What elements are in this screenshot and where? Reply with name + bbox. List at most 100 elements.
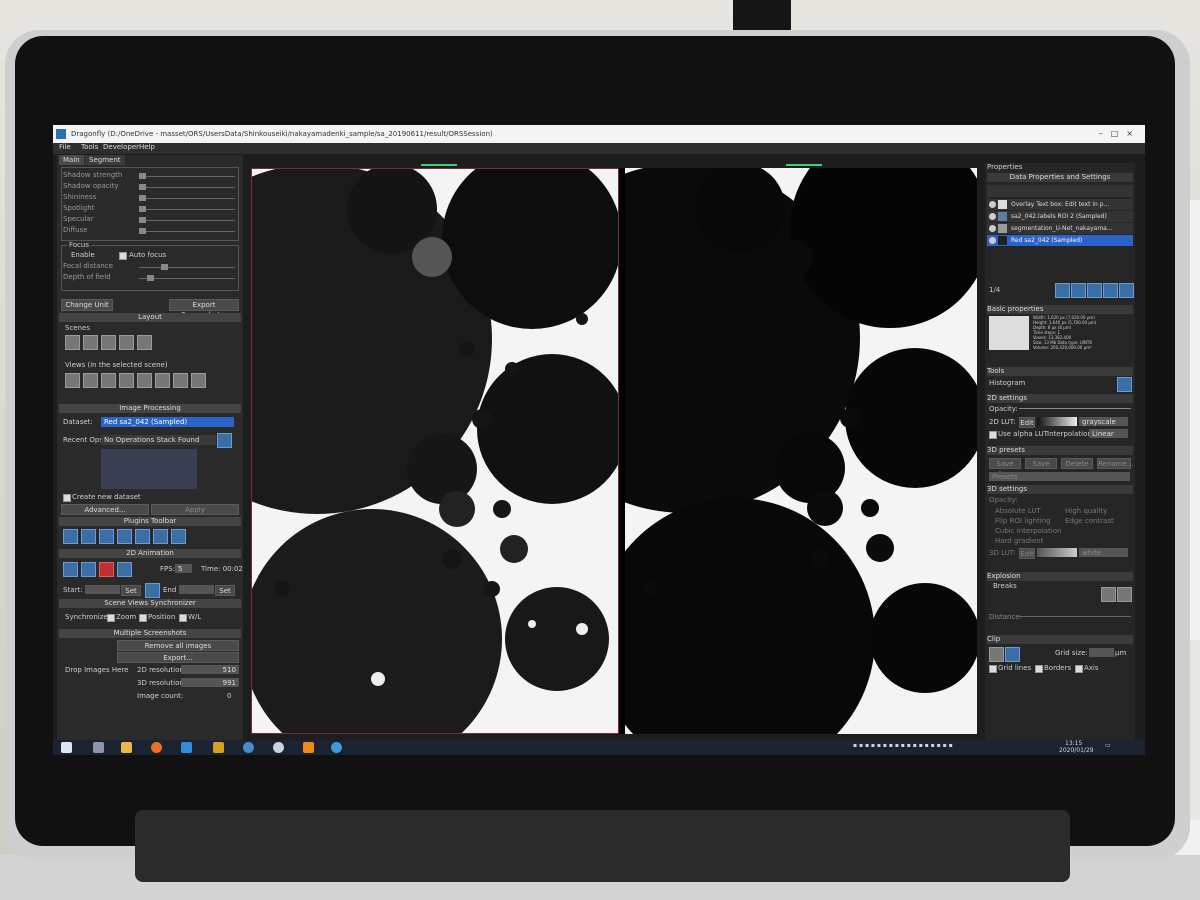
menu-developer[interactable]: Developer [103,143,139,151]
change-unit-button[interactable]: Change Unit [61,299,113,311]
res2d-input[interactable]: 510 [181,665,239,674]
image-processing-header[interactable]: Image Processing [59,404,241,413]
layer-action-3-icon[interactable] [1087,283,1102,298]
lut-3d-edit-button[interactable]: Edit [1019,548,1035,559]
layout-header[interactable]: Layout [59,313,241,322]
windows-start-icon[interactable] [61,742,72,753]
view-layout-6-icon[interactable] [155,373,170,388]
menu-tools[interactable]: Tools [81,143,98,151]
delete-button[interactable]: Delete [1061,458,1093,469]
edge-icon[interactable] [181,742,192,753]
slider-shininess[interactable]: Shininess [61,193,237,203]
settings-3d-header[interactable]: 3D settings [987,485,1133,494]
save-as-button[interactable]: Save As... [989,458,1021,478]
remove-all-images-button[interactable]: Remove all images [117,640,239,651]
view-layout-7-icon[interactable] [173,373,188,388]
apply-button[interactable]: Apply [151,504,239,515]
app-icon-6[interactable] [243,742,254,753]
slider-focal-distance[interactable]: Focal distance [61,262,237,272]
clock-time[interactable]: 13:15 [1065,740,1082,747]
layer-action-5-icon[interactable] [1119,283,1134,298]
task-view-icon[interactable] [93,742,104,753]
create-new-dataset-checkbox[interactable] [63,494,71,502]
swap-icon[interactable] [145,583,160,598]
wl-checkbox[interactable] [179,614,187,622]
layer-action-1-icon[interactable] [1055,283,1070,298]
scene-layout-1-icon[interactable] [65,335,80,350]
auto-focus-checkbox[interactable] [119,252,127,260]
explosion-header[interactable]: Explosion [987,572,1133,581]
layer-roi-labels[interactable]: sa2_042.labels ROI 2 (Sampled) [987,211,1133,222]
play-icon[interactable] [63,562,78,577]
flip-roi-label[interactable]: Flip ROI lighting [995,517,1051,525]
slider-spotlight[interactable]: Spotlight [61,204,237,214]
lut-3d-select[interactable]: white [1079,548,1128,557]
plugin-video-icon[interactable] [135,529,150,544]
tab-main[interactable]: Main [59,155,84,165]
tab-segment[interactable]: Segment [85,155,125,165]
view-2d-left[interactable] [251,168,619,734]
basic-properties-header[interactable]: Basic properties [987,305,1133,314]
drop-images-label[interactable]: Drop Images Here [65,666,128,674]
file-explorer-icon[interactable] [121,742,132,753]
clip-reset-icon[interactable] [1005,647,1020,662]
plugin-toolbox-icon[interactable] [99,529,114,544]
settings-2d-header[interactable]: 2D settings [987,394,1133,403]
refresh-icon[interactable] [217,433,232,448]
end-input[interactable] [179,585,214,594]
vlc-icon[interactable] [303,742,314,753]
axis-checkbox[interactable] [1075,665,1083,673]
plugins-header[interactable]: Plugins Toolbar [59,517,241,526]
borders-checkbox[interactable] [1035,665,1043,673]
data-props-header[interactable]: Data Properties and Settings [987,173,1133,182]
slider-shadow-strength[interactable]: Shadow strength [61,171,237,181]
position-checkbox[interactable] [139,614,147,622]
view-layout-8-icon[interactable] [191,373,206,388]
fps-input[interactable]: 5 [175,564,192,573]
lut-select[interactable]: grayscale [1079,417,1128,426]
rename-button[interactable]: Rename... [1097,458,1133,469]
zoom-checkbox[interactable] [107,614,115,622]
plugin-gear-icon[interactable] [81,529,96,544]
play-step-icon[interactable] [81,562,96,577]
view-layout-3-icon[interactable] [101,373,116,388]
slider-shadow-opacity[interactable]: Shadow opacity [61,182,237,192]
clip-header[interactable]: Clip [987,635,1133,644]
scene-layout-5-icon[interactable] [137,335,152,350]
plugin-monitor-icon[interactable] [117,529,132,544]
cubic-label[interactable]: Cubic interpolation [995,527,1061,535]
res3d-input[interactable]: 991 [181,678,239,687]
layer-red-dataset[interactable]: Red sa2_042 (Sampled) [987,235,1133,246]
interpolation-select[interactable]: Linear [1089,429,1128,438]
window-controls[interactable]: –□× [1099,125,1141,143]
tray-icons[interactable]: ▪ ▪ ▪ ▪ ▪ ▪ ▪ ▪ ▪ ▪ ▪ ▪ ▪ ▪ ▪ ▪ ▪ [853,742,953,749]
app-icon-7[interactable] [273,742,284,753]
recent-ops-select[interactable]: No Operations Stack Found [101,435,216,445]
app-icon-9[interactable] [331,742,342,753]
explosion-icon[interactable] [1101,587,1116,602]
presets-select[interactable]: Presets [989,472,1130,481]
grid-lines-checkbox[interactable] [989,665,997,673]
menu-file[interactable]: File [59,143,71,151]
sync-header[interactable]: Scene Views Synchronizer [59,599,241,608]
presets-3d-header[interactable]: 3D presets [987,446,1133,455]
slider-specular[interactable]: Specular [61,215,237,225]
tools-header[interactable]: Tools [987,367,1133,376]
save-button[interactable]: Save [1025,458,1057,469]
histogram-icon[interactable] [1117,377,1132,392]
record-icon[interactable] [99,562,114,577]
export-screenshot-button[interactable]: Export Screenshot... [169,299,239,319]
notification-icon[interactable]: ▭ [1105,742,1111,749]
hard-gradient-label[interactable]: Hard gradient [995,537,1043,545]
layer-segmentation[interactable]: segmentation_U-Net_nakayama... [987,223,1133,234]
high-quality-label[interactable]: High quality [1065,507,1107,515]
dragonfly-taskbar-icon[interactable] [213,742,224,753]
lut-edit-button[interactable]: Edit [1019,417,1035,428]
start-input[interactable] [85,585,120,594]
opacity-slider[interactable] [1019,408,1131,409]
scene-layout-4-icon[interactable] [119,335,134,350]
multi-screenshots-header[interactable]: Multiple Screenshots [59,629,241,638]
view-layout-1-icon[interactable] [65,373,80,388]
absolute-lut-label[interactable]: Absolute LUT [995,507,1041,515]
explosion-reset-icon[interactable] [1117,587,1132,602]
